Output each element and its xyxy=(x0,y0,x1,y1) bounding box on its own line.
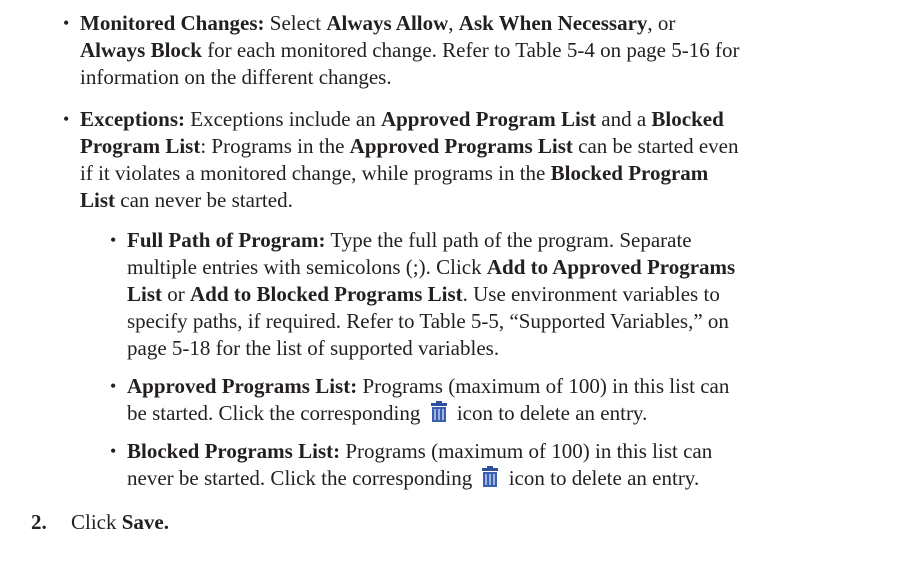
bullet: • xyxy=(63,109,70,129)
text-line: information on the different changes. xyxy=(80,65,392,89)
text-line: be started. Click the corresponding icon… xyxy=(127,401,648,425)
text-line: if it violates a monitored change, while… xyxy=(80,161,709,185)
full-path-text: Full Path of Program: Type the full path… xyxy=(127,227,735,362)
text-line: Program List: Programs in the Approved P… xyxy=(80,134,739,158)
text-line: List can never be started. xyxy=(80,188,293,212)
step-2: 2. Click Save. xyxy=(31,510,169,534)
document-page: • Monitored Changes: Select Always Allow… xyxy=(0,0,912,586)
text-line: List or Add to Blocked Programs List. Us… xyxy=(127,282,720,306)
text-line: specify paths, if required. Refer to Tab… xyxy=(127,309,729,333)
text-line: Approved Programs List: Programs (maximu… xyxy=(127,374,730,398)
monitored-changes-text: Monitored Changes: Select Always Allow, … xyxy=(80,10,739,91)
text-line: multiple entries with semicolons (;). Cl… xyxy=(127,255,736,279)
bullet: • xyxy=(110,230,117,250)
text-line: Exceptions: Exceptions include an Approv… xyxy=(80,107,724,131)
exceptions-text: Exceptions: Exceptions include an Approv… xyxy=(80,106,739,214)
blocked-programs-text: Blocked Programs List: Programs (maximum… xyxy=(127,438,712,492)
bullet: • xyxy=(63,13,70,33)
text-line: Full Path of Program: Type the full path… xyxy=(127,228,692,252)
text-line: never be started. Click the correspondin… xyxy=(127,466,700,490)
trash-icon xyxy=(428,401,450,423)
text-line: page 5-18 for the list of supported vari… xyxy=(127,336,500,360)
bullet: • xyxy=(110,376,117,396)
text-line: Blocked Programs List: Programs (maximum… xyxy=(127,439,713,463)
trash-icon xyxy=(479,466,501,488)
step-number: 2. xyxy=(31,510,47,534)
text-line: Always Block for each monitored change. … xyxy=(80,38,740,62)
approved-programs-text: Approved Programs List: Programs (maximu… xyxy=(127,373,729,427)
bullet: • xyxy=(110,441,117,461)
text-line: Monitored Changes: Select Always Allow, … xyxy=(80,11,676,35)
